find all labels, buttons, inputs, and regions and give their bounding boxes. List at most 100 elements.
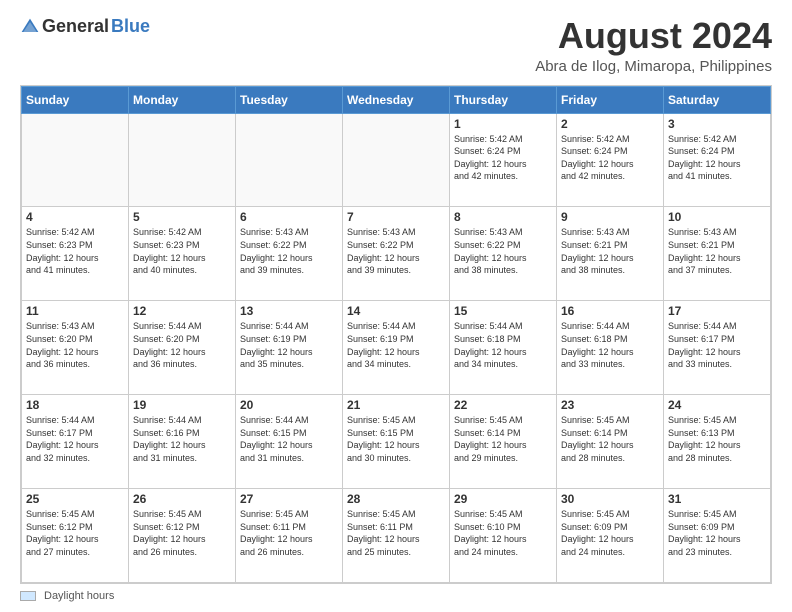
day-number: 30: [561, 492, 659, 506]
day-info: Sunrise: 5:45 AM Sunset: 6:11 PM Dayligh…: [240, 508, 338, 558]
day-number: 16: [561, 304, 659, 318]
legend-box: [20, 591, 36, 601]
day-info: Sunrise: 5:44 AM Sunset: 6:20 PM Dayligh…: [133, 320, 231, 370]
day-number: 25: [26, 492, 124, 506]
table-row: 1 Sunrise: 5:42 AM Sunset: 6:24 PM Daylig…: [450, 113, 557, 207]
subtitle: Abra de Ilog, Mimaropa, Philippines: [535, 58, 772, 75]
day-number: 1: [454, 117, 552, 131]
table-row: 27 Sunrise: 5:45 AM Sunset: 6:11 PM Dayli…: [236, 489, 343, 583]
table-row: [129, 113, 236, 207]
day-number: 29: [454, 492, 552, 506]
day-number: 17: [668, 304, 766, 318]
day-info: Sunrise: 5:44 AM Sunset: 6:17 PM Dayligh…: [668, 320, 766, 370]
table-row: 17 Sunrise: 5:44 AM Sunset: 6:17 PM Dayli…: [664, 301, 771, 395]
table-row: 6 Sunrise: 5:43 AM Sunset: 6:22 PM Daylig…: [236, 207, 343, 301]
day-number: 23: [561, 398, 659, 412]
table-row: 23 Sunrise: 5:45 AM Sunset: 6:14 PM Dayli…: [557, 395, 664, 489]
table-row: 21 Sunrise: 5:45 AM Sunset: 6:15 PM Dayli…: [343, 395, 450, 489]
day-info: Sunrise: 5:43 AM Sunset: 6:20 PM Dayligh…: [26, 320, 124, 370]
day-info: Sunrise: 5:45 AM Sunset: 6:10 PM Dayligh…: [454, 508, 552, 558]
day-info: Sunrise: 5:45 AM Sunset: 6:11 PM Dayligh…: [347, 508, 445, 558]
logo-text: General Blue: [20, 16, 150, 37]
day-info: Sunrise: 5:45 AM Sunset: 6:14 PM Dayligh…: [454, 414, 552, 464]
logo: General Blue: [20, 16, 150, 37]
day-number: 21: [347, 398, 445, 412]
table-row: 24 Sunrise: 5:45 AM Sunset: 6:13 PM Dayli…: [664, 395, 771, 489]
table-row: 19 Sunrise: 5:44 AM Sunset: 6:16 PM Dayli…: [129, 395, 236, 489]
day-number: 2: [561, 117, 659, 131]
day-info: Sunrise: 5:45 AM Sunset: 6:15 PM Dayligh…: [347, 414, 445, 464]
table-row: 15Sunrise: 5:44 AM Sunset: 6:18 PM Dayli…: [450, 301, 557, 395]
day-info: Sunrise: 5:42 AM Sunset: 6:23 PM Dayligh…: [26, 226, 124, 276]
table-row: 4 Sunrise: 5:42 AM Sunset: 6:23 PM Daylig…: [22, 207, 129, 301]
day-number: 28: [347, 492, 445, 506]
table-row: 31Sunrise: 5:45 AM Sunset: 6:09 PM Dayli…: [664, 489, 771, 583]
day-number: 5: [133, 210, 231, 224]
table-row: 14Sunrise: 5:44 AM Sunset: 6:19 PM Dayli…: [343, 301, 450, 395]
day-info: Sunrise: 5:42 AM Sunset: 6:24 PM Dayligh…: [668, 133, 766, 183]
day-info: Sunrise: 5:45 AM Sunset: 6:12 PM Dayligh…: [26, 508, 124, 558]
main-title: August 2024: [535, 16, 772, 56]
footer: Daylight hours: [20, 590, 772, 602]
day-number: 10: [668, 210, 766, 224]
day-info: Sunrise: 5:43 AM Sunset: 6:22 PM Dayligh…: [240, 226, 338, 276]
day-info: Sunrise: 5:45 AM Sunset: 6:13 PM Dayligh…: [668, 414, 766, 464]
day-number: 20: [240, 398, 338, 412]
day-number: 4: [26, 210, 124, 224]
day-info: Sunrise: 5:43 AM Sunset: 6:22 PM Dayligh…: [454, 226, 552, 276]
col-thursday: Thursday: [450, 86, 557, 113]
day-number: 27: [240, 492, 338, 506]
col-sunday: Sunday: [22, 86, 129, 113]
table-row: [343, 113, 450, 207]
table-row: 16 Sunrise: 5:44 AM Sunset: 6:18 PM Dayli…: [557, 301, 664, 395]
table-row: 25 Sunrise: 5:45 AM Sunset: 6:12 PM Dayli…: [22, 489, 129, 583]
col-saturday: Saturday: [664, 86, 771, 113]
table-row: 11 Sunrise: 5:43 AM Sunset: 6:20 PM Dayli…: [22, 301, 129, 395]
table-row: 20 Sunrise: 5:44 AM Sunset: 6:15 PM Dayli…: [236, 395, 343, 489]
day-info: Sunrise: 5:45 AM Sunset: 6:14 PM Dayligh…: [561, 414, 659, 464]
day-number: 6: [240, 210, 338, 224]
day-info: Sunrise: 5:44 AM Sunset: 6:19 PM Dayligh…: [240, 320, 338, 370]
day-number: 7: [347, 210, 445, 224]
table-row: 28 Sunrise: 5:45 AM Sunset: 6:11 PM Dayli…: [343, 489, 450, 583]
day-number: 11: [26, 304, 124, 318]
table-row: 5 Sunrise: 5:42 AM Sunset: 6:23 PM Daylig…: [129, 207, 236, 301]
day-info: Sunrise: 5:44 AM Sunset: 6:16 PM Dayligh…: [133, 414, 231, 464]
logo-icon: [20, 17, 40, 37]
day-number: 13: [240, 304, 338, 318]
day-info: Sunrise: 5:42 AM Sunset: 6:24 PM Dayligh…: [561, 133, 659, 183]
day-info: Sunrise: 5:44 AM Sunset: 6:15 PM Dayligh…: [240, 414, 338, 464]
col-wednesday: Wednesday: [343, 86, 450, 113]
day-info: Sunrise: 5:45 AM Sunset: 6:09 PM Dayligh…: [668, 508, 766, 558]
title-area: August 2024 Abra de Ilog, Mimaropa, Phil…: [535, 16, 772, 75]
calendar-body: 1 Sunrise: 5:42 AM Sunset: 6:24 PM Daylig…: [22, 113, 771, 582]
day-number: 12: [133, 304, 231, 318]
day-number: 26: [133, 492, 231, 506]
day-info: Sunrise: 5:44 AM Sunset: 6:17 PM Dayligh…: [26, 414, 124, 464]
table-row: [236, 113, 343, 207]
col-monday: Monday: [129, 86, 236, 113]
day-info: Sunrise: 5:44 AM Sunset: 6:18 PM Dayligh…: [454, 320, 552, 370]
day-number: 24: [668, 398, 766, 412]
header: General Blue August 2024 Abra de Ilog, M…: [20, 16, 772, 75]
day-number: 8: [454, 210, 552, 224]
col-tuesday: Tuesday: [236, 86, 343, 113]
day-info: Sunrise: 5:43 AM Sunset: 6:21 PM Dayligh…: [668, 226, 766, 276]
day-number: 19: [133, 398, 231, 412]
col-friday: Friday: [557, 86, 664, 113]
day-info: Sunrise: 5:42 AM Sunset: 6:24 PM Dayligh…: [454, 133, 552, 183]
table-row: 2 Sunrise: 5:42 AM Sunset: 6:24 PM Daylig…: [557, 113, 664, 207]
day-number: 3: [668, 117, 766, 131]
calendar: Sunday Monday Tuesday Wednesday Thursday…: [20, 85, 772, 584]
day-info: Sunrise: 5:45 AM Sunset: 6:09 PM Dayligh…: [561, 508, 659, 558]
table-row: 29 Sunrise: 5:45 AM Sunset: 6:10 PM Dayli…: [450, 489, 557, 583]
day-info: Sunrise: 5:44 AM Sunset: 6:18 PM Dayligh…: [561, 320, 659, 370]
table-row: 26 Sunrise: 5:45 AM Sunset: 6:12 PM Dayli…: [129, 489, 236, 583]
day-number: 22: [454, 398, 552, 412]
day-info: Sunrise: 5:43 AM Sunset: 6:22 PM Dayligh…: [347, 226, 445, 276]
logo-general: General: [42, 16, 109, 37]
day-info: Sunrise: 5:42 AM Sunset: 6:23 PM Dayligh…: [133, 226, 231, 276]
calendar-header: Sunday Monday Tuesday Wednesday Thursday…: [22, 86, 771, 113]
day-info: Sunrise: 5:45 AM Sunset: 6:12 PM Dayligh…: [133, 508, 231, 558]
table-row: 18Sunrise: 5:44 AM Sunset: 6:17 PM Dayli…: [22, 395, 129, 489]
